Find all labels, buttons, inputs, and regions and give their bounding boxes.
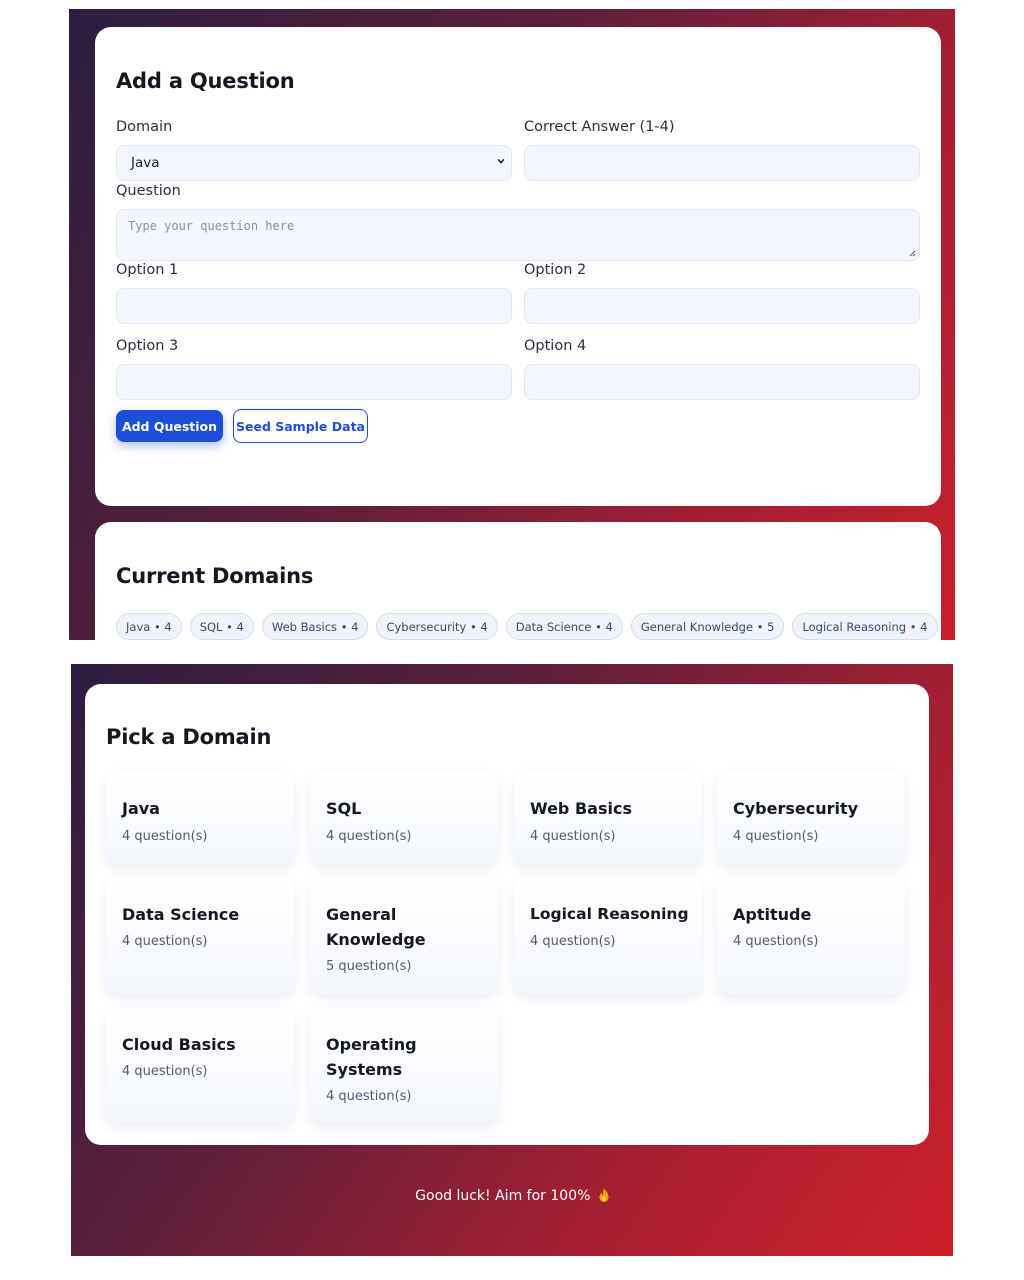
add-question-button[interactable]: Add Question bbox=[116, 410, 223, 442]
domain-label: Domain bbox=[116, 119, 173, 135]
tile-title: Logical Reasoning bbox=[530, 905, 689, 923]
domain-tile-operating-systems[interactable]: Operating Systems 4 question(s) bbox=[310, 1008, 498, 1123]
tile-title: SQL bbox=[326, 799, 362, 818]
correct-answer-input[interactable] bbox=[524, 145, 920, 181]
tile-count: 4 question(s) bbox=[326, 829, 412, 844]
domain-tile-cybersecurity[interactable]: Cybersecurity 4 question(s) bbox=[717, 772, 905, 864]
footer-message: Good luck! Aim for 100% bbox=[71, 1188, 953, 1204]
resize-handle-icon[interactable] bbox=[908, 249, 916, 257]
tile-count: 4 question(s) bbox=[733, 934, 819, 949]
domain-select-value: Java bbox=[131, 155, 160, 171]
domain-chip: Web Basics • 4 bbox=[261, 613, 369, 640]
tile-count: 4 question(s) bbox=[122, 934, 208, 949]
domain-tile-java[interactable]: Java 4 question(s) bbox=[106, 772, 294, 864]
footer-text: Good luck! Aim for 100% bbox=[415, 1188, 591, 1204]
domain-select[interactable]: Java bbox=[116, 145, 512, 181]
add-question-title: Add a Question bbox=[116, 69, 295, 93]
quiz-home-screenshot: Pick a Domain Java 4 question(s) SQL 4 q… bbox=[71, 664, 953, 1256]
tile-count: 4 question(s) bbox=[326, 1089, 412, 1104]
domain-chip: SQL • 4 bbox=[189, 613, 254, 640]
current-domains-title: Current Domains bbox=[116, 564, 314, 588]
domain-chip: Data Science • 4 bbox=[505, 613, 623, 640]
domain-tile-logical-reasoning[interactable]: Logical Reasoning 4 question(s) bbox=[514, 878, 702, 994]
option4-label: Option 4 bbox=[524, 338, 587, 354]
admin-panel-screenshot: Add a Question Domain Java Correct Answe… bbox=[69, 9, 955, 640]
option2-label: Option 2 bbox=[524, 262, 587, 278]
tile-count: 4 question(s) bbox=[122, 1064, 208, 1079]
question-label: Question bbox=[116, 183, 181, 199]
option1-input[interactable] bbox=[116, 288, 512, 324]
pick-domain-card: Pick a Domain Java 4 question(s) SQL 4 q… bbox=[85, 684, 929, 1145]
tile-title: Data Science bbox=[122, 905, 240, 924]
question-textarea[interactable]: Type your question here bbox=[116, 209, 920, 261]
domain-tile-cloud-basics[interactable]: Cloud Basics 4 question(s) bbox=[106, 1008, 294, 1123]
domain-tile-data-science[interactable]: Data Science 4 question(s) bbox=[106, 878, 294, 994]
tile-title: Cybersecurity bbox=[733, 799, 859, 818]
tile-title: Aptitude bbox=[733, 905, 812, 924]
seed-sample-data-button[interactable]: Seed Sample Data bbox=[233, 409, 368, 443]
domain-tile-web-basics[interactable]: Web Basics 4 question(s) bbox=[514, 772, 702, 864]
current-domains-card: Current Domains Java • 4 SQL • 4 Web Bas… bbox=[95, 522, 941, 640]
tile-count: 4 question(s) bbox=[733, 829, 819, 844]
tile-count: 5 question(s) bbox=[326, 959, 412, 974]
tile-count: 4 question(s) bbox=[530, 829, 616, 844]
tile-title: General Knowledge bbox=[326, 905, 426, 949]
option4-input[interactable] bbox=[524, 364, 920, 400]
domain-tile-aptitude[interactable]: Aptitude 4 question(s) bbox=[717, 878, 905, 994]
tile-title: Operating Systems bbox=[326, 1035, 417, 1079]
correct-answer-label: Correct Answer (1-4) bbox=[524, 119, 675, 135]
domain-tile-sql[interactable]: SQL 4 question(s) bbox=[310, 772, 498, 864]
option3-label: Option 3 bbox=[116, 338, 179, 354]
question-placeholder: Type your question here bbox=[128, 219, 295, 233]
fire-icon bbox=[599, 1188, 609, 1202]
tile-title: Java bbox=[122, 799, 160, 818]
domain-chip: Logical Reasoning • 4 bbox=[792, 613, 938, 640]
domain-chip: Cybersecurity • 4 bbox=[376, 613, 498, 640]
domain-chip-list: Java • 4 SQL • 4 Web Basics • 4 Cybersec… bbox=[116, 613, 938, 640]
option1-label: Option 1 bbox=[116, 262, 179, 278]
option3-input[interactable] bbox=[116, 364, 512, 400]
chevron-down-icon bbox=[497, 158, 505, 164]
tile-title: Cloud Basics bbox=[122, 1035, 236, 1054]
domain-chip: General Knowledge • 5 bbox=[630, 613, 785, 640]
option2-input[interactable] bbox=[524, 288, 920, 324]
tile-count: 4 question(s) bbox=[122, 829, 208, 844]
domain-chip: Java • 4 bbox=[116, 613, 182, 640]
pick-domain-title: Pick a Domain bbox=[106, 725, 272, 749]
add-question-card: Add a Question Domain Java Correct Answe… bbox=[95, 27, 941, 506]
tile-count: 4 question(s) bbox=[530, 934, 616, 949]
domain-tile-general-knowledge[interactable]: General Knowledge 5 question(s) bbox=[310, 878, 498, 994]
tile-title: Web Basics bbox=[530, 799, 632, 818]
